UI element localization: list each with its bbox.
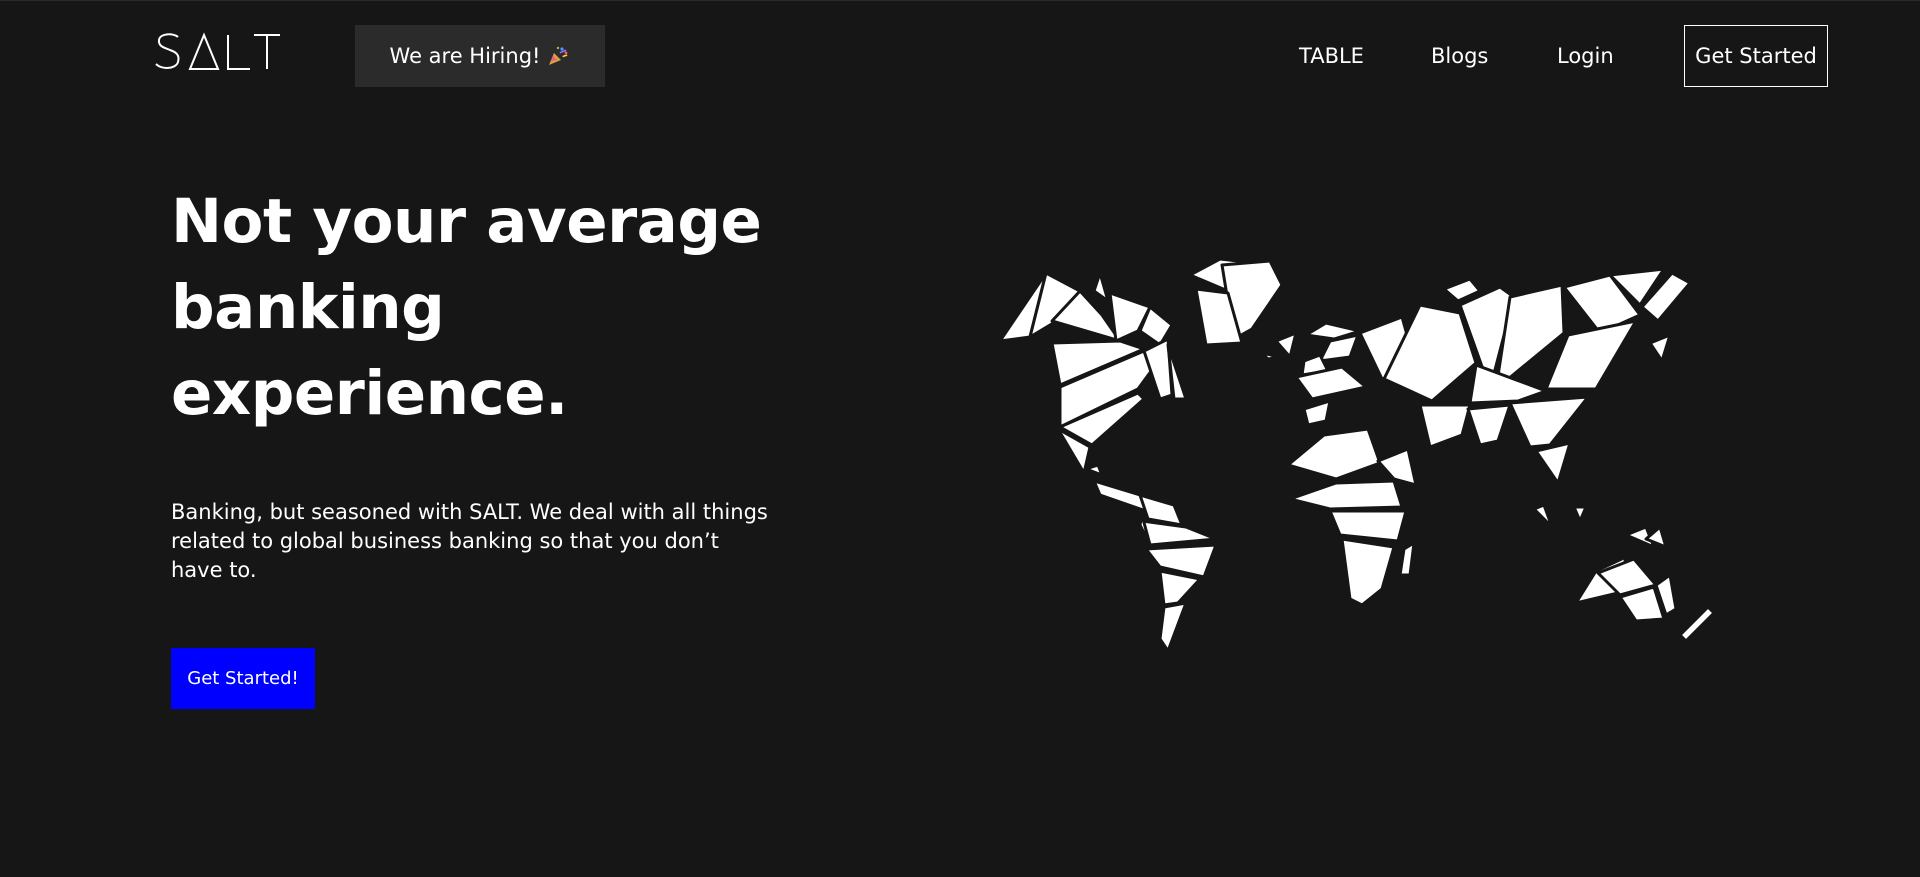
salt-logo[interactable] (154, 31, 284, 73)
salt-logo-icon (155, 32, 280, 70)
nav-link-table[interactable]: TABLE (1299, 25, 1364, 87)
world-map-geometric-icon (990, 249, 1730, 669)
get-started-nav-button[interactable]: Get Started (1684, 25, 1828, 87)
nav-link-login[interactable]: Login (1557, 25, 1614, 87)
party-popper-icon (546, 44, 570, 68)
get-started-hero-button[interactable]: Get Started! (171, 648, 315, 709)
hero-subtitle: Banking, but seasoned with SALT. We deal… (171, 500, 768, 582)
landing-page: We are Hiring! TABLE Blogs Login Get Sta… (0, 0, 1920, 877)
hiring-button[interactable]: We are Hiring! (355, 25, 605, 87)
hero-title: Not your average banking experience. (171, 186, 762, 429)
nav-link-blogs[interactable]: Blogs (1431, 25, 1488, 87)
hiring-button-label: We are Hiring! (389, 44, 541, 68)
